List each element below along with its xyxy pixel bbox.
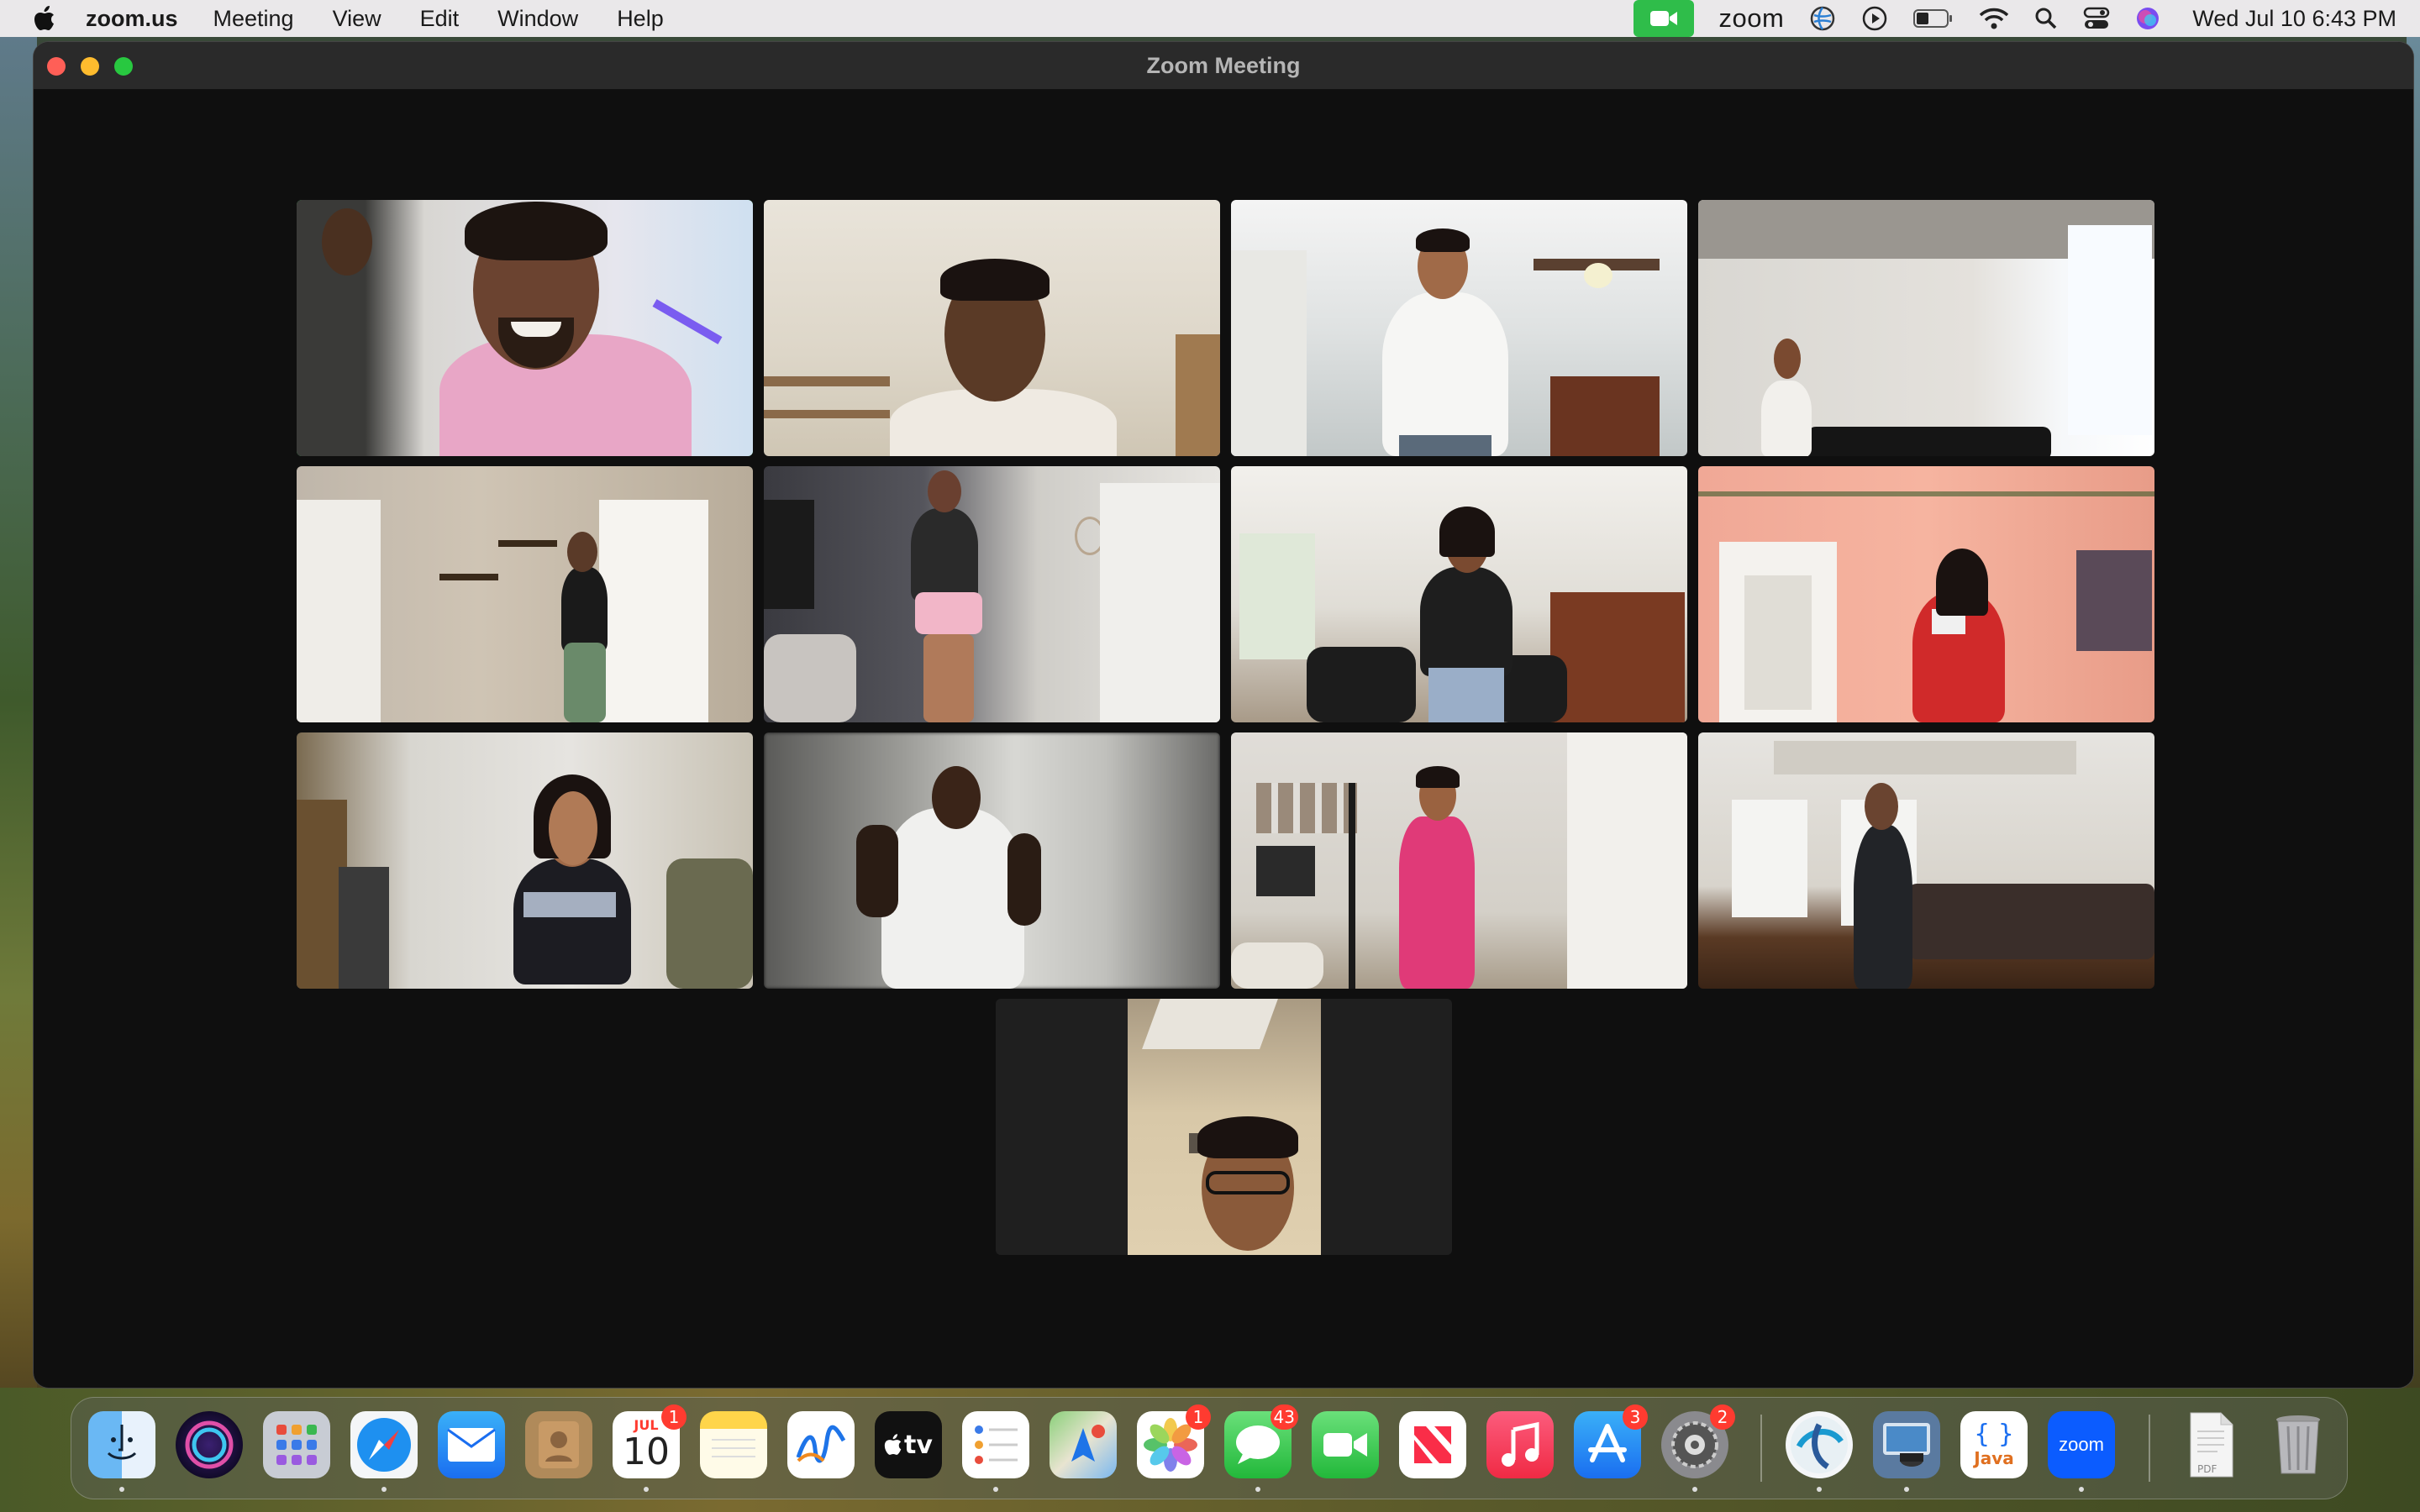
news-icon[interactable] <box>1399 1411 1466 1478</box>
control-center-icon[interactable] <box>2083 7 2110 30</box>
running-indicator <box>119 1487 124 1492</box>
battery-icon[interactable] <box>1913 8 1954 29</box>
participant-video-tile[interactable] <box>764 466 1220 722</box>
dock-separator <box>1760 1415 1762 1482</box>
menu-view[interactable]: View <box>333 6 381 32</box>
running-indicator <box>1692 1487 1697 1492</box>
menu-bar: zoom.us Meeting View Edit Window Help zo… <box>0 0 2420 37</box>
zoom-app-icon[interactable]: zoom <box>2048 1411 2115 1478</box>
preview-icon[interactable] <box>1873 1411 1940 1478</box>
facetime-icon[interactable] <box>1312 1411 1379 1478</box>
siri-app-icon[interactable] <box>176 1411 243 1478</box>
system-settings-icon[interactable]: 2 <box>1661 1404 1735 1478</box>
zoom-status-text: zoom <box>1718 3 1785 33</box>
apple-tv-icon[interactable]: tv <box>875 1411 942 1478</box>
running-indicator <box>993 1487 998 1492</box>
music-icon[interactable] <box>1486 1411 1554 1478</box>
java-braces: { } <box>1974 1420 2014 1449</box>
messages-badge: 43 <box>1270 1404 1298 1430</box>
zoom-status-label[interactable]: zoom <box>1719 3 1785 34</box>
maps-icon[interactable] <box>1050 1411 1117 1478</box>
participant-video-tile[interactable] <box>297 200 753 456</box>
zoom-video-status-icon[interactable] <box>1633 0 1694 37</box>
now-playing-icon[interactable] <box>1861 5 1888 32</box>
photos-badge: 1 <box>1186 1404 1211 1430</box>
app-store-icon[interactable]: 3 <box>1574 1404 1648 1478</box>
vpn-globe-icon[interactable] <box>1809 5 1836 32</box>
reminders-icon[interactable] <box>962 1411 1029 1478</box>
participant-video-tile[interactable] <box>1698 732 2154 989</box>
zoom-meeting-window: Zoom Meeting <box>34 42 2413 1388</box>
running-indicator <box>1255 1487 1260 1492</box>
desktop-wallpaper-left <box>0 37 37 1512</box>
running-indicator <box>1904 1487 1909 1492</box>
participant-video-tile[interactable] <box>764 200 1220 456</box>
window-title: Zoom Meeting <box>1146 53 1301 78</box>
participant-video-tile[interactable] <box>764 732 1220 989</box>
finder-icon[interactable] <box>88 1411 155 1478</box>
participant-video-tile[interactable] <box>1231 466 1687 722</box>
safari-icon[interactable] <box>350 1411 418 1478</box>
java-icon[interactable]: { } Java <box>1960 1411 2028 1478</box>
zoom-app-label: zoom <box>2059 1434 2104 1455</box>
menu-help[interactable]: Help <box>617 6 664 32</box>
messages-icon[interactable]: 43 <box>1224 1404 1298 1478</box>
contacts-icon[interactable] <box>525 1411 592 1478</box>
spotlight-search-icon[interactable] <box>2034 7 2058 30</box>
running-indicator <box>1817 1487 1822 1492</box>
mail-icon[interactable] <box>438 1411 505 1478</box>
running-indicator <box>381 1487 387 1492</box>
menu-edit[interactable]: Edit <box>420 6 460 32</box>
wifi-icon[interactable] <box>1979 7 2009 30</box>
window-titlebar[interactable]: Zoom Meeting <box>34 42 2413 90</box>
self-view-video-tile[interactable] <box>996 999 1452 1255</box>
apple-menu-icon[interactable] <box>34 6 55 31</box>
participant-video-tile[interactable] <box>297 732 753 989</box>
trash-icon[interactable] <box>2265 1411 2332 1478</box>
freeform-icon[interactable] <box>787 1411 855 1478</box>
apple-tv-label: tv <box>904 1430 933 1460</box>
participant-video-tile[interactable] <box>297 466 753 722</box>
menu-window[interactable]: Window <box>497 6 578 32</box>
siri-icon[interactable] <box>2135 6 2160 31</box>
dock: JUL 10 1 tv 1 43 3 2 {} Java zoom PDF <box>71 1397 2348 1499</box>
running-indicator <box>644 1487 649 1492</box>
participant-video-tile[interactable] <box>1231 732 1687 989</box>
participant-video-tile[interactable] <box>1698 200 2154 456</box>
dock-separator <box>2149 1415 2150 1482</box>
launchpad-icon[interactable] <box>263 1411 330 1478</box>
running-indicator <box>2079 1487 2084 1492</box>
notes-icon[interactable] <box>700 1411 767 1478</box>
menu-meeting[interactable]: Meeting <box>213 6 294 32</box>
settings-badge: 2 <box>1710 1404 1735 1430</box>
photos-icon[interactable]: 1 <box>1137 1404 1211 1478</box>
calendar-badge: 1 <box>661 1404 687 1430</box>
pdf-label: PDF <box>2197 1463 2217 1475</box>
calendar-icon[interactable]: JUL 10 1 <box>613 1404 687 1478</box>
app-store-badge: 3 <box>1623 1404 1648 1430</box>
participant-video-tile[interactable] <box>1698 466 2154 722</box>
participant-video-tile[interactable] <box>1231 200 1687 456</box>
pdf-document-icon[interactable]: PDF <box>2177 1411 2244 1478</box>
app-menu-zoom[interactable]: zoom.us <box>86 6 178 32</box>
java-label: Java <box>1974 1448 2014 1468</box>
menubar-clock[interactable]: Wed Jul 10 6:43 PM <box>2192 6 2396 32</box>
calendar-day: 10 <box>623 1431 670 1473</box>
cisco-secure-client-icon[interactable] <box>1786 1411 1853 1478</box>
